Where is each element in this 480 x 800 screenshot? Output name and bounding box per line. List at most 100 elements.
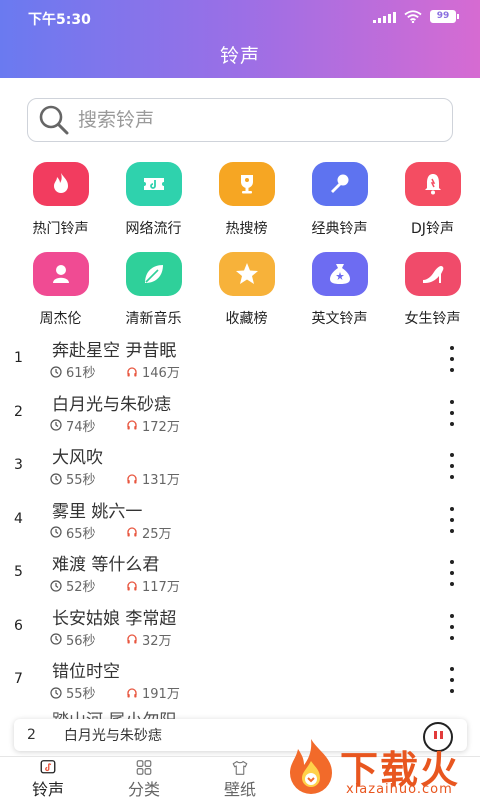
song-meta: 56秒 32万 xyxy=(50,630,202,649)
more-options-icon[interactable] xyxy=(446,667,458,693)
nav-categories[interactable]: 分类 xyxy=(96,757,192,800)
clock-icon xyxy=(50,365,62,378)
category-hot[interactable]: 热门铃声 xyxy=(14,160,107,250)
category-label: 经典铃声 xyxy=(311,221,368,237)
wifi-icon xyxy=(404,10,422,23)
clock-icon xyxy=(50,472,62,485)
category-favorites[interactable]: 收藏榜 xyxy=(200,250,293,340)
nav-label: 铃声 xyxy=(31,780,64,799)
headphones-icon xyxy=(127,580,137,590)
song-duration: 55秒 xyxy=(66,473,96,488)
song-duration: 61秒 xyxy=(66,366,96,381)
headphones-icon xyxy=(127,473,137,483)
now-playing-title: 白月光与朱砂痣 xyxy=(63,728,162,744)
category-female[interactable]: 女生铃声 xyxy=(386,250,479,340)
song-title: 长安姑娘 李常超 xyxy=(52,608,177,629)
song-duration: 55秒 xyxy=(66,687,96,702)
more-options-icon[interactable] xyxy=(446,346,458,372)
category-trending[interactable]: 网络流行 xyxy=(107,160,200,250)
more-options-icon[interactable] xyxy=(446,399,458,426)
song-meta: 55秒 191万 xyxy=(50,683,202,702)
status-bar: 下午5:30 99 xyxy=(0,0,480,34)
category-english[interactable]: 英文铃声 xyxy=(293,250,386,340)
category-label: 英文铃声 xyxy=(311,311,368,327)
flame-logo-icon xyxy=(290,739,332,794)
flame-icon xyxy=(32,162,89,206)
song-list: 1 奔赴星空 尹昔眠 61秒 146万 2 白月光与朱砂痣 74秒 172万 3… xyxy=(0,332,480,707)
song-title: 错位时空 xyxy=(52,662,120,682)
page-title: 铃声 xyxy=(219,45,260,67)
status-icons: 99 xyxy=(373,10,459,23)
category-grid: 热门铃声 网络流行 热搜榜 经典铃声 DJ铃声 周杰伦 清新音乐 收藏榜 英文铃… xyxy=(14,160,480,340)
search-box[interactable] xyxy=(27,98,453,142)
song-meta: 61秒 146万 xyxy=(50,362,202,381)
song-title: 奔赴星空 尹昔眠 xyxy=(52,341,177,361)
more-options-icon[interactable] xyxy=(446,613,458,640)
song-title: 难渡 等什么君 xyxy=(52,555,160,575)
more-options-icon[interactable] xyxy=(446,506,458,533)
song-rank: 3 xyxy=(14,457,23,473)
list-item[interactable]: 1 奔赴星空 尹昔眠 61秒 146万 xyxy=(0,332,480,386)
nav-ringtones[interactable]: 铃声 xyxy=(0,757,96,800)
song-duration: 52秒 xyxy=(66,580,96,595)
category-label: DJ铃声 xyxy=(411,221,454,237)
search-input[interactable] xyxy=(78,109,418,131)
list-item[interactable]: 2 白月光与朱砂痣 74秒 172万 xyxy=(0,386,480,440)
now-playing-rank: 2 xyxy=(27,727,36,743)
watermark: 下载火 xiazaihuo.com xyxy=(282,735,480,800)
search-icon xyxy=(39,105,69,135)
song-rank: 2 xyxy=(14,403,23,420)
song-meta: 55秒 131万 xyxy=(50,469,202,488)
category-label: 周杰伦 xyxy=(39,311,82,327)
category-fresh[interactable]: 清新音乐 xyxy=(107,250,200,340)
trophy-icon xyxy=(218,162,275,206)
nav-label: 分类 xyxy=(127,780,160,799)
song-plays: 25万 xyxy=(142,526,172,542)
category-jay-chou[interactable]: 周杰伦 xyxy=(14,250,107,340)
music-note-icon xyxy=(40,760,56,774)
list-item[interactable]: 5 难渡 等什么君 52秒 117万 xyxy=(0,546,480,600)
battery-icon: 99 xyxy=(430,10,459,23)
money-bag-icon xyxy=(311,252,368,296)
song-plays: 32万 xyxy=(142,633,172,649)
more-options-icon[interactable] xyxy=(446,453,458,479)
more-options-icon[interactable] xyxy=(446,560,458,586)
partial-song-title: 踏山河 尾小勿阳 xyxy=(52,706,176,720)
headphones-icon xyxy=(127,420,137,430)
list-item[interactable]: 4 雾里 姚六一 65秒 25万 xyxy=(0,493,480,547)
list-item[interactable]: 3 大风吹 55秒 131万 xyxy=(0,439,480,493)
song-plays: 131万 xyxy=(142,473,180,488)
song-rank: 6 xyxy=(14,617,23,634)
nav-label: 壁纸 xyxy=(223,780,256,799)
category-classic[interactable]: 经典铃声 xyxy=(293,160,386,250)
clock-icon xyxy=(50,526,62,538)
song-title: 大风吹 xyxy=(52,448,103,468)
bell-icon xyxy=(404,162,461,206)
list-item[interactable]: 6 长安姑娘 李常超 56秒 32万 xyxy=(0,600,480,654)
song-plays: 191万 xyxy=(142,687,180,702)
song-plays: 117万 xyxy=(142,580,180,595)
signal-icon xyxy=(373,11,396,23)
nav-wallpapers[interactable]: 壁纸 xyxy=(192,757,288,800)
song-rank: 4 xyxy=(14,510,23,527)
category-label: 收藏榜 xyxy=(225,311,268,327)
category-dj[interactable]: DJ铃声 xyxy=(386,160,479,250)
headphones-icon xyxy=(127,634,137,644)
category-label: 热搜榜 xyxy=(225,221,268,237)
song-duration: 56秒 xyxy=(66,633,96,649)
list-item[interactable]: 7 错位时空 55秒 191万 xyxy=(0,653,480,707)
category-label: 网络流行 xyxy=(125,221,182,237)
grid-icon xyxy=(136,760,152,775)
song-rank: 7 xyxy=(14,671,23,687)
star-icon xyxy=(218,252,275,296)
leaf-icon xyxy=(125,252,182,296)
song-meta: 74秒 172万 xyxy=(50,416,202,435)
song-plays: 146万 xyxy=(142,366,180,381)
song-meta: 65秒 25万 xyxy=(50,523,202,542)
tshirt-icon xyxy=(232,760,248,775)
headphones-icon xyxy=(127,527,137,537)
category-hot-search[interactable]: 热搜榜 xyxy=(200,160,293,250)
song-duration: 65秒 xyxy=(66,526,96,542)
clock-icon xyxy=(50,419,62,431)
song-title: 白月光与朱砂痣 xyxy=(52,394,171,415)
